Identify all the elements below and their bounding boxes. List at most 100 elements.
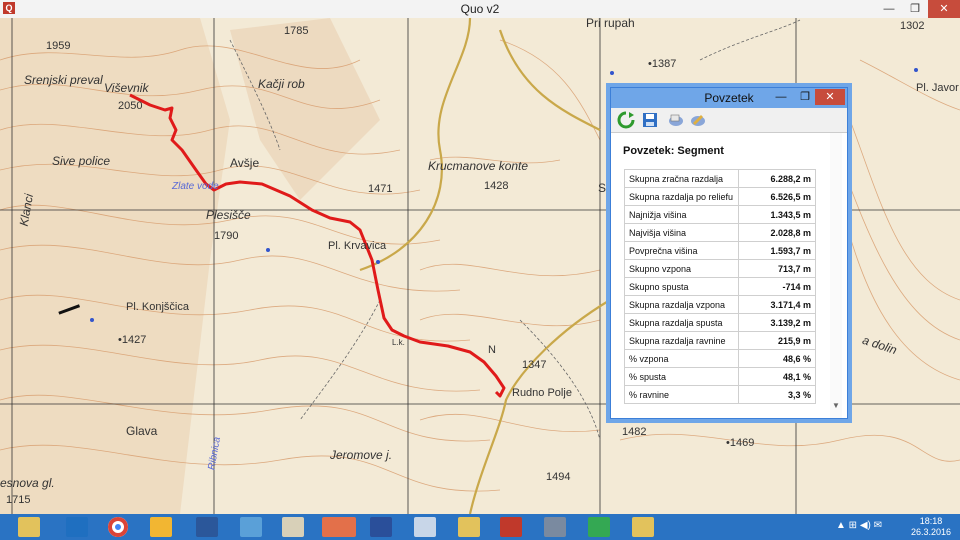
map-label: 1715 <box>6 494 31 506</box>
map-label: 1790 <box>214 230 239 242</box>
image-viewer-icon[interactable] <box>282 517 304 537</box>
summary-row: Skupna razdalja ravnine 215,9 m <box>624 331 816 350</box>
summary-value: 215,9 m <box>738 331 816 350</box>
system-tray[interactable]: ▲ ⊞ ◀) ✉ <box>836 520 882 531</box>
summary-value: 1.593,7 m <box>738 241 816 260</box>
clock[interactable]: 18:18 26.3.2016 <box>906 516 956 538</box>
map-label: Zlate vode <box>172 181 219 192</box>
file-explorer-icon[interactable] <box>18 517 40 537</box>
summary-row: % vzpona 48,6 % <box>624 349 816 368</box>
summary-label: Skupna zračna razdalja <box>624 169 739 188</box>
summary-row: Najvišja višina 2.028,8 m <box>624 223 816 242</box>
povzetek-maximize-button[interactable]: ❐ <box>793 89 817 105</box>
summary-table: Skupna zračna razdalja 6.288,2 m Skupna ra… <box>624 169 816 404</box>
summary-label: Povprečna višina <box>624 241 739 260</box>
window-titlebar: Q Quo v2 — ❐ ✕ <box>0 0 960 19</box>
photos-icon[interactable] <box>240 517 262 537</box>
map-label: 1471 <box>368 183 393 195</box>
summary-row: Povprečna višina 1.593,7 m <box>624 241 816 260</box>
summary-label: Najvišja višina <box>624 223 739 242</box>
clock-date: 26.3.2016 <box>910 527 952 537</box>
summary-value: 3.139,2 m <box>738 313 816 332</box>
export-icon[interactable] <box>667 111 685 129</box>
summary-row: Skupno spusta -714 m <box>624 277 816 296</box>
paint-icon[interactable] <box>414 517 436 537</box>
bug-icon[interactable] <box>500 517 522 537</box>
map-label: 1428 <box>484 180 509 192</box>
map-label: 1494 <box>546 471 571 483</box>
map-label: 1785 <box>284 25 309 37</box>
minimize-button[interactable]: — <box>876 0 902 18</box>
povzetek-close-button[interactable]: ✕ <box>815 89 845 105</box>
map-label: Pl. Konjščica <box>126 301 189 313</box>
remote-icon[interactable] <box>370 517 392 537</box>
maximize-button[interactable]: ❐ <box>902 0 928 18</box>
scroll-down-arrow-icon[interactable]: ▼ <box>832 401 840 410</box>
ruler-icon[interactable] <box>458 517 480 537</box>
map-label: Plesišče <box>206 208 251 222</box>
map-label: Pl. Krvavica <box>328 240 387 252</box>
folder-icon[interactable] <box>632 517 654 537</box>
map-label: Avšje <box>230 156 260 170</box>
map-label: Krucmanove konte <box>428 159 529 173</box>
summary-value: 48,6 % <box>738 349 816 368</box>
outlook-icon[interactable] <box>66 517 88 537</box>
povzetek-content: Povzetek: Segment Skupna zračna razdalja… <box>611 133 847 418</box>
map-label: Pri rupah <box>586 18 635 30</box>
import-icon[interactable] <box>689 111 707 129</box>
summary-label: Skupna razdalja vzpona <box>624 295 739 314</box>
summary-value: 3.171,4 m <box>738 295 816 314</box>
summary-row: Najnižja višina 1.343,5 m <box>624 205 816 224</box>
google-drive-icon[interactable] <box>588 517 610 537</box>
map-label: •1387 <box>648 58 677 70</box>
summary-heading: Povzetek: Segment <box>623 145 724 157</box>
close-button[interactable]: ✕ <box>928 0 960 18</box>
summary-value: -714 m <box>738 277 816 296</box>
map-label: N <box>488 344 496 356</box>
summary-label: Skupna razdalja spusta <box>624 313 739 332</box>
save-icon[interactable] <box>641 111 659 129</box>
map-label: L.k. <box>392 338 405 347</box>
map-label: 1347 <box>522 359 547 371</box>
summary-label: Skupna razdalja po reliefu <box>624 187 739 206</box>
summary-row: % spusta 48,1 % <box>624 367 816 386</box>
povzetek-minimize-button[interactable]: — <box>769 89 793 105</box>
map-label: 1959 <box>46 40 71 52</box>
summary-row: % ravnine 3,3 % <box>624 385 816 404</box>
summary-value: 6.288,2 m <box>738 169 816 188</box>
summary-label: % ravnine <box>624 385 739 404</box>
calculator-icon[interactable] <box>544 517 566 537</box>
window-title: Quo v2 <box>460 2 500 16</box>
summary-value: 2.028,8 m <box>738 223 816 242</box>
summary-value: 713,7 m <box>738 259 816 278</box>
summary-row: Skupna razdalja po reliefu 6.526,5 m <box>624 187 816 206</box>
map-label: 1302 <box>900 20 925 32</box>
map-label: •1469 <box>726 437 755 449</box>
refresh-icon[interactable] <box>617 111 635 129</box>
povzetek-titlebar[interactable]: Povzetek — ❐ ✕ <box>611 88 847 108</box>
internet-explorer-icon[interactable] <box>150 517 172 537</box>
summary-label: % vzpona <box>624 349 739 368</box>
vertical-scrollbar[interactable]: ▼ <box>830 133 842 418</box>
summary-row: Skupna zračna razdalja 6.288,2 m <box>624 169 816 188</box>
map-label: Kačji rob <box>258 77 305 91</box>
map-label: Glava <box>126 424 158 438</box>
summary-value: 6.526,5 m <box>738 187 816 206</box>
map-label: esnova gl. <box>0 476 55 490</box>
summary-label: Skupno vzpona <box>624 259 739 278</box>
summary-row: Skupna razdalja spusta 3.139,2 m <box>624 313 816 332</box>
povzetek-window[interactable]: Povzetek — ❐ ✕ Povzetek: Segment Skupna … <box>610 87 848 419</box>
map-label: Pl. Javor <box>916 82 959 94</box>
map-label: 1482 <box>622 426 647 438</box>
summary-label: Skupna razdalja ravnine <box>624 331 739 350</box>
taskbar: ▲ ⊞ ◀) ✉ 18:18 26.3.2016 <box>0 514 960 540</box>
map-label: •1427 <box>118 334 147 346</box>
summary-label: Najnižja višina <box>624 205 739 224</box>
word-icon[interactable] <box>196 517 218 537</box>
map-label: Jeromove j. <box>330 448 393 462</box>
summary-row: Skupna razdalja vzpona 3.171,4 m <box>624 295 816 314</box>
summary-value: 1.343,5 m <box>738 205 816 224</box>
map-label: Sive police <box>52 154 111 168</box>
quo-icon[interactable] <box>322 517 356 537</box>
chrome-icon[interactable] <box>108 517 128 537</box>
